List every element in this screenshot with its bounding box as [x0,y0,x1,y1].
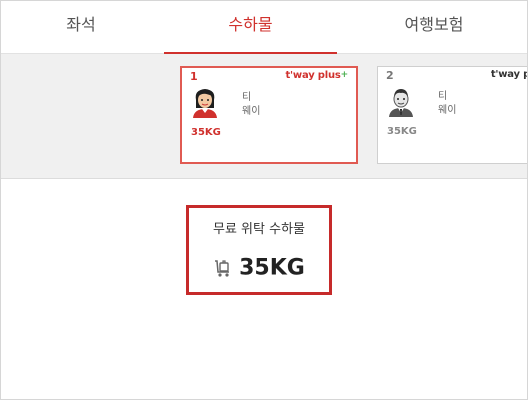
baggage-panel: 좌석 수하물 여행보험 1 t'way plus+ 티 웨이 35KG 2 t' [0,0,528,400]
passenger-strip: 1 t'way plus+ 티 웨이 35KG 2 t'way plus [1,54,527,179]
tab-bar: 좌석 수하물 여행보험 [1,1,527,54]
tab-baggage[interactable]: 수하물 [164,1,337,54]
passenger-card-1[interactable]: 1 t'way plus+ 티 웨이 35KG [180,66,358,164]
tab-seat[interactable]: 좌석 [1,1,161,53]
passenger-name-line2: 웨이 [242,106,261,117]
passenger-baggage-weight: 35KG [191,127,221,138]
baggage-weight-value: 35KG [239,255,305,281]
baggage-weight-display: 35KG [189,255,329,281]
male-passenger-icon [389,89,413,117]
passenger-name-line1: 티 [438,91,448,102]
baggage-title: 무료 위탁 수하물 [213,222,305,237]
passenger-name-line1: 티 [242,92,252,103]
twayplus-logo: t'way plus [490,69,527,80]
passenger-name-line2: 웨이 [438,105,457,116]
passenger-number: 1 [190,70,198,83]
passenger-number: 2 [386,69,394,82]
passenger-card-2[interactable]: 2 t'way plus 티 웨이 35KG [377,66,527,164]
free-checked-baggage-box: 무료 위탁 수하물 35KG [186,205,332,295]
tab-travel-insurance[interactable]: 여행보험 [341,1,527,53]
female-passenger-icon [193,89,217,118]
passenger-baggage-weight: 35KG [387,126,417,137]
twayplus-logo: t'way plus+ [285,70,348,81]
luggage-cart-icon [215,260,230,277]
